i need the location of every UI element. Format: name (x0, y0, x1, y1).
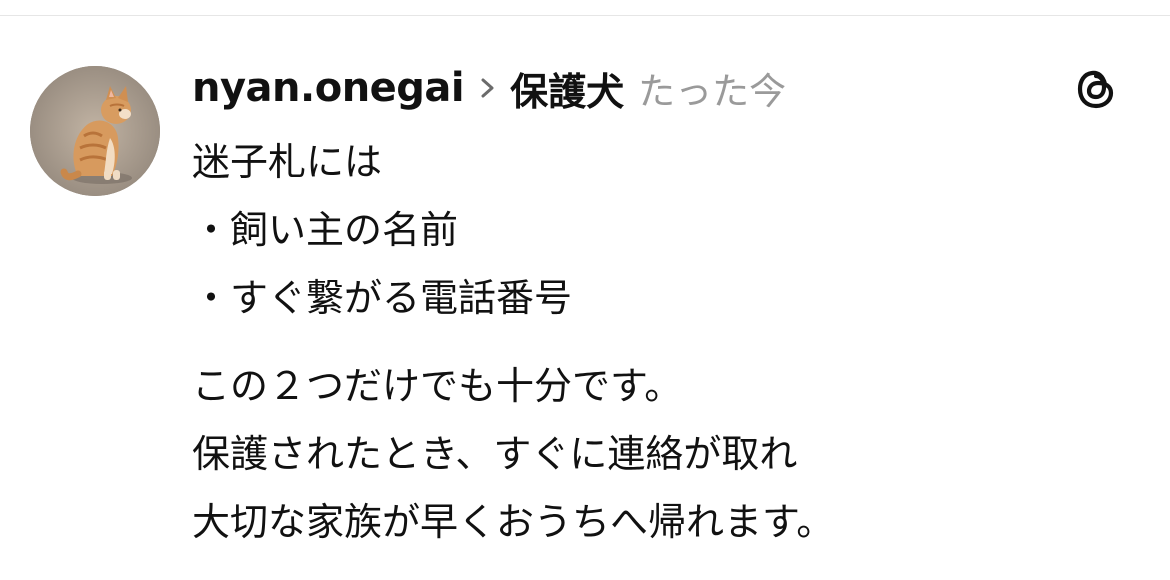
post-body: 迷子札には ・飼い主の名前 ・すぐ繋がる電話番号 この２つだけでも十分です。 保… (192, 128, 1132, 556)
post-text-line: 保護されたとき、すぐに連絡が取れ (192, 432, 798, 476)
username[interactable]: nyan.onegai (192, 65, 465, 111)
threads-logo-icon[interactable] (1072, 64, 1120, 112)
post-text-line: 迷子札には (192, 140, 383, 184)
cat-photo (30, 66, 160, 196)
post-text-line: 大切な家族が早くおうちへ帰れます。 (192, 500, 835, 544)
top-divider (0, 15, 1170, 16)
avatar[interactable] (30, 66, 160, 196)
chevron-right-icon (481, 78, 494, 98)
topic-tag[interactable]: 保護犬 (510, 61, 624, 116)
post-text-line: ・飼い主の名前 (192, 208, 459, 252)
post-text-line: ・すぐ繋がる電話番号 (192, 276, 573, 320)
post-header: nyan.onegai 保護犬 たった今 (192, 60, 786, 116)
post-text-line: この２つだけでも十分です。 (192, 364, 683, 408)
timestamp: たった今 (638, 70, 787, 113)
